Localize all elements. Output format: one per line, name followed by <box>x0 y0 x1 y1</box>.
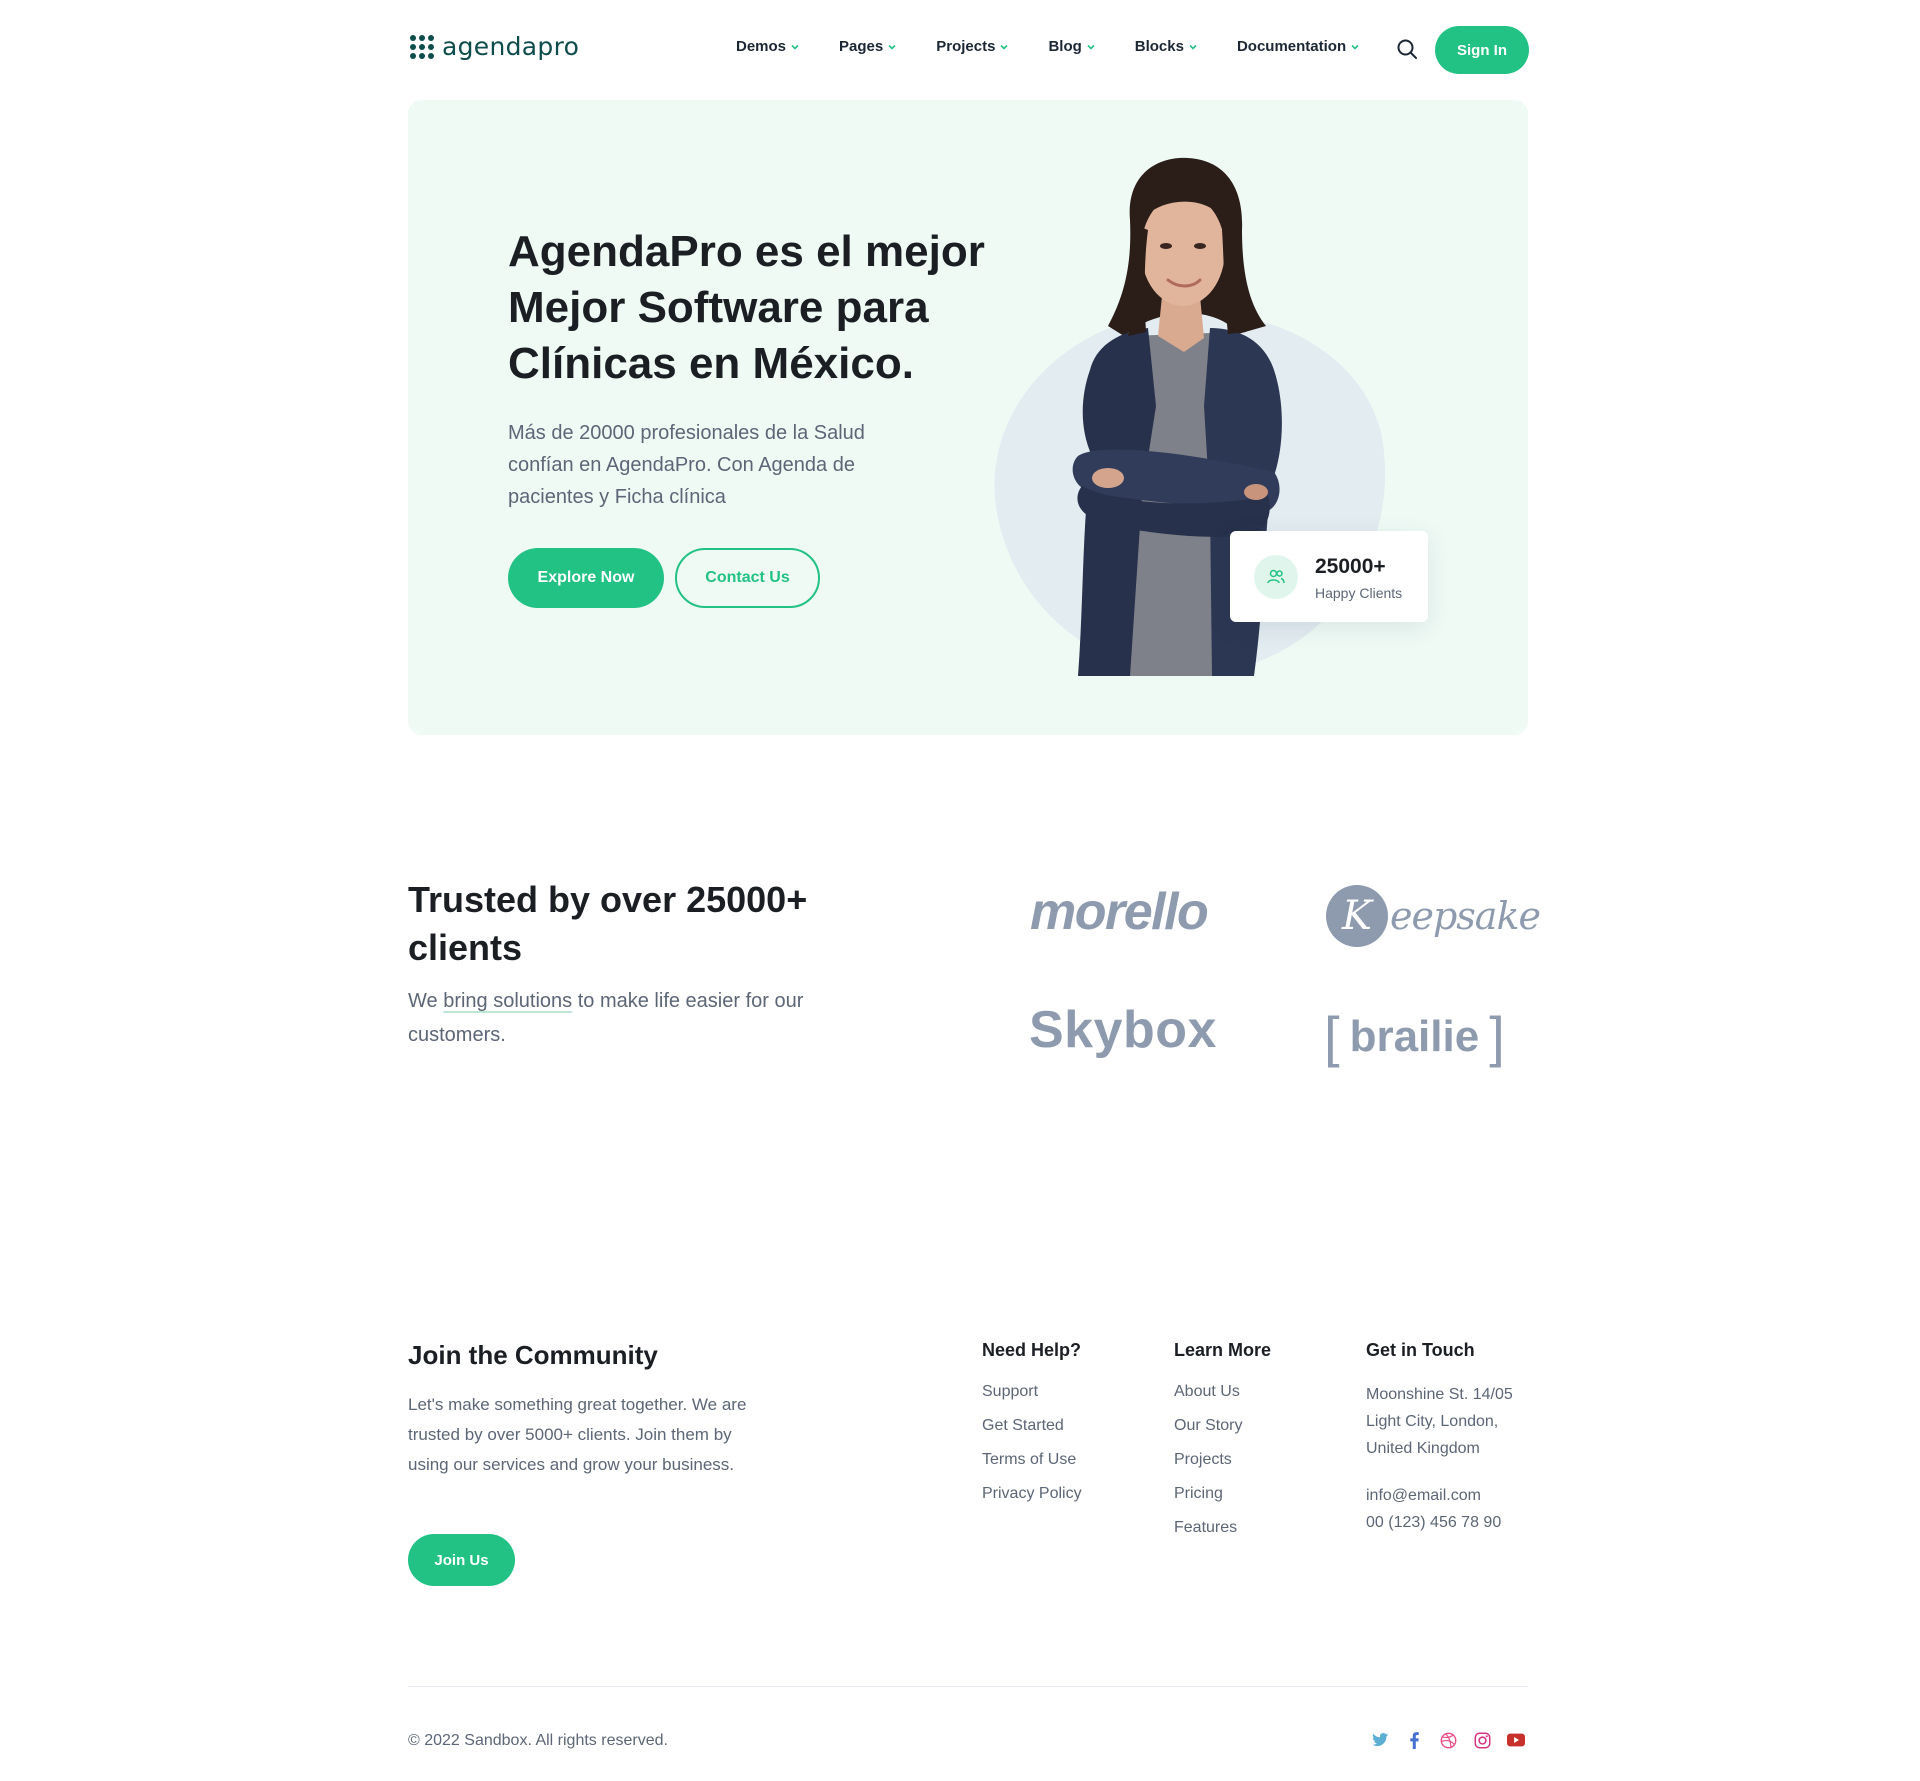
youtube-icon[interactable] <box>1507 1731 1525 1749</box>
happy-clients-label: Happy Clients <box>1315 585 1403 601</box>
footer-link-projects[interactable]: Projects <box>1174 1449 1271 1471</box>
footer-link-about[interactable]: About Us <box>1174 1381 1271 1403</box>
copyright-text: © 2022 Sandbox. All rights reserved. <box>408 1732 668 1749</box>
join-community-text: Let's make something great together. We … <box>408 1395 747 1474</box>
trusted-subtitle-pre: We <box>408 990 444 1012</box>
nav-item-label: Projects <box>936 38 996 55</box>
footer-col-learn-more: Learn More About Us Our Story Projects P… <box>1174 1340 1271 1551</box>
client-logo-skybox: Skybox <box>1029 1001 1217 1059</box>
instagram-icon[interactable] <box>1473 1731 1491 1749</box>
dribbble-icon[interactable] <box>1439 1731 1457 1749</box>
hero-title: AgendaPro es el mejor Mejor Software par… <box>508 227 985 388</box>
sign-in-button[interactable]: Sign In <box>1435 26 1529 74</box>
hero-section: AgendaPro es el mejor Mejor Software par… <box>408 100 1528 735</box>
chevron-down-icon <box>1087 44 1095 50</box>
footer-link-get-started[interactable]: Get Started <box>982 1415 1082 1437</box>
footer-col-title: Learn More <box>1174 1340 1272 1360</box>
nav-item-pages[interactable]: Pages <box>839 38 896 55</box>
contact-us-button[interactable]: Contact Us <box>675 548 820 608</box>
trusted-title: Trusted by over 25000+ clients <box>408 879 808 968</box>
facebook-icon[interactable] <box>1405 1731 1423 1749</box>
bracket-right-icon: ] <box>1489 1005 1505 1068</box>
nav-item-demos[interactable]: Demos <box>736 38 799 55</box>
logo-text: agendapro <box>442 32 580 61</box>
footer-divider <box>408 1686 1528 1687</box>
address-line: United Kingdom <box>1366 1440 1480 1457</box>
chevron-down-icon <box>1189 44 1197 50</box>
nav-item-blocks[interactable]: Blocks <box>1135 38 1197 55</box>
logo[interactable]: agendapro <box>408 32 579 61</box>
client-logo-keepsake: K eepsake <box>1326 884 1541 948</box>
bracket-left-icon: [ <box>1324 1005 1340 1068</box>
chevron-down-icon <box>888 44 896 50</box>
twitter-icon[interactable] <box>1371 1731 1389 1749</box>
nav-item-label: Documentation <box>1236 38 1347 55</box>
keepsake-initial: K <box>1326 885 1388 947</box>
contact-email[interactable]: info@email.com <box>1366 1482 1513 1509</box>
chevron-down-icon <box>1351 44 1359 50</box>
nav-item-projects[interactable]: Projects <box>936 38 1009 55</box>
nav-item-blog[interactable]: Blog <box>1048 38 1095 55</box>
happy-clients-count: 25000+ <box>1315 555 1386 578</box>
site-header: agendapro Demos Pages Projects Blog Bloc… <box>408 24 1529 76</box>
main-nav: Demos Pages Projects Blog Blocks Documen… <box>736 38 1359 55</box>
footer-col-title: Get in Touch <box>1366 1340 1475 1360</box>
users-icon <box>1254 555 1298 599</box>
footer-link-pricing[interactable]: Pricing <box>1174 1483 1271 1505</box>
client-logo-morello: morello <box>1030 883 1209 941</box>
search-icon[interactable] <box>1396 38 1418 60</box>
address-line: Moonshine St. 14/05 <box>1366 1386 1513 1403</box>
trusted-subtitle-link: bring solutions <box>443 990 573 1012</box>
footer-col-title: Need Help? <box>982 1340 1082 1360</box>
social-links <box>1371 1731 1525 1749</box>
nav-item-label: Demos <box>736 38 787 55</box>
contact-phone: 00 (123) 456 78 90 <box>1366 1514 1502 1531</box>
trusted-subtitle: We bring solutions to make life easier f… <box>408 984 868 1052</box>
footer-col-get-in-touch: Get in Touch Moonshine St. 14/05 Light C… <box>1366 1340 1513 1536</box>
footer-col-need-help: Need Help? Support Get Started Terms of … <box>982 1340 1082 1517</box>
chevron-down-icon <box>1000 44 1009 50</box>
chevron-down-icon <box>791 44 799 50</box>
address-line: Light City, London, <box>1366 1413 1499 1430</box>
explore-now-button[interactable]: Explore Now <box>508 548 664 608</box>
happy-clients-card: 25000+ Happy Clients <box>1230 531 1428 622</box>
footer-link-features[interactable]: Features <box>1174 1517 1271 1539</box>
hero-subtitle: Más de 20000 profesionales de la Salud c… <box>508 422 865 508</box>
keepsake-text: eepsake <box>1390 894 1541 938</box>
footer-link-terms[interactable]: Terms of Use <box>982 1449 1082 1471</box>
nav-item-label: Blog <box>1048 38 1082 55</box>
footer-link-privacy[interactable]: Privacy Policy <box>982 1483 1082 1505</box>
nav-item-documentation[interactable]: Documentation <box>1237 38 1359 55</box>
join-community-title: Join the Community <box>408 1340 658 1370</box>
nav-item-label: Pages <box>839 38 884 55</box>
client-logo-brailie: [ brailie ] <box>1324 1004 1505 1069</box>
footer-link-support[interactable]: Support <box>982 1381 1082 1403</box>
footer-link-story[interactable]: Our Story <box>1174 1415 1271 1437</box>
logo-mark-icon <box>408 33 436 61</box>
nav-item-label: Blocks <box>1134 38 1184 55</box>
brailie-text: brailie <box>1349 1011 1480 1061</box>
join-us-button[interactable]: Join Us <box>408 1534 515 1586</box>
